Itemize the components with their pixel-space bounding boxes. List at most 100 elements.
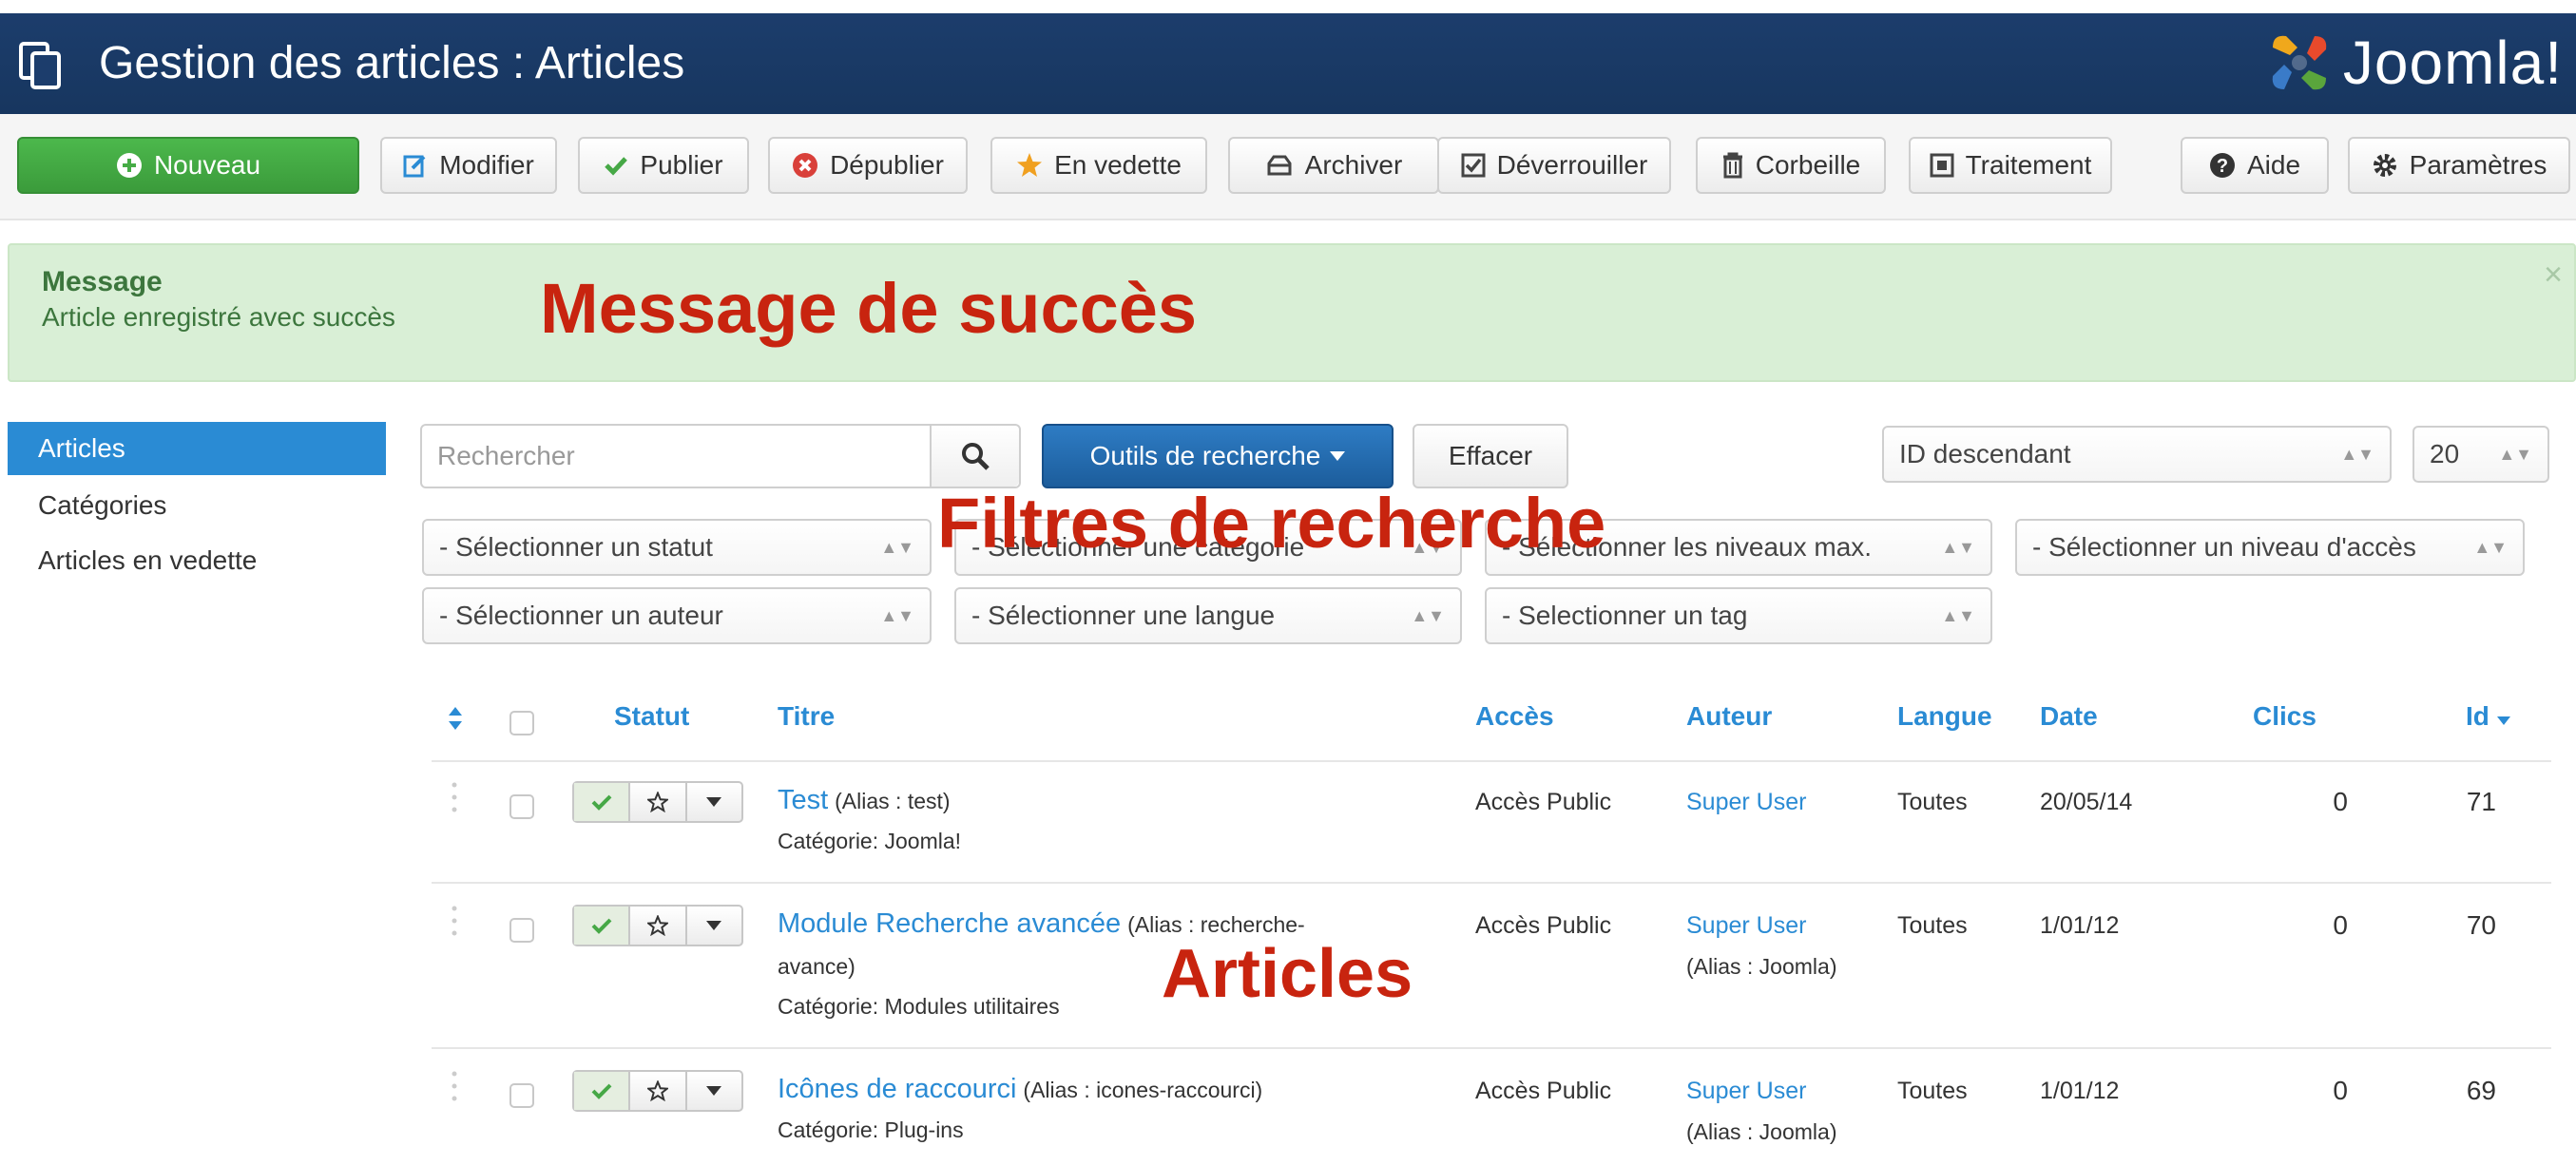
author-filter[interactable]: - Sélectionner un auteur ▲▼ [422,587,932,644]
article-category: Catégorie: Joomla! [778,829,962,853]
help-button[interactable]: ? Aide [2181,137,2329,194]
select-caret-icon: ▲▼ [1941,538,1975,557]
row-checkbox[interactable] [509,794,534,819]
article-hits: 0 [2333,787,2348,816]
new-button[interactable]: Nouveau [17,137,359,194]
select-caret-icon: ▲▼ [1411,606,1445,625]
copy-icon [19,42,61,89]
edit-button[interactable]: Modifier [380,137,557,194]
column-title[interactable]: Titre [778,701,835,732]
trash-button[interactable]: Corbeille [1696,137,1886,194]
options-button[interactable]: Paramètres [2348,137,2570,194]
select-caret-icon: ▲▼ [1941,606,1975,625]
article-alias: (Alias : recherche- [1127,912,1305,937]
close-icon[interactable]: × [2544,257,2563,294]
star-outline-icon [646,915,668,936]
actions-dropdown[interactable] [687,907,741,945]
column-hits[interactable]: Clics [2253,701,2316,732]
batch-button[interactable]: Traitement [1909,137,2112,194]
article-title-link[interactable]: Icônes de raccourci [778,1074,1016,1104]
column-author[interactable]: Auteur [1686,701,1772,732]
featured-toggle[interactable] [630,907,687,945]
article-alias: (Alias : test) [835,789,951,813]
drag-handle-icon[interactable] [451,781,458,813]
check-icon [591,1083,612,1099]
article-alias-continued: avance) [778,954,855,979]
success-message: Message Article enregistré avec succès × [8,243,2576,382]
column-language[interactable]: Langue [1897,701,1992,732]
star-outline-icon [646,792,668,812]
sidebar-item-articles[interactable]: Articles [8,422,386,475]
article-category: Catégorie: Modules utilitaires [778,994,1060,1019]
svg-text:?: ? [2217,156,2228,177]
actions-dropdown[interactable] [687,783,741,821]
article-author-alias: (Alias : Joomla) [1686,954,1837,979]
status-filter[interactable]: - Sélectionner un statut ▲▼ [422,519,932,576]
search-button[interactable] [930,426,1019,487]
sidebar-item-categories[interactable]: Catégories [8,479,386,532]
archive-button[interactable]: Archiver [1228,137,1439,194]
trash-icon [1722,152,1742,179]
ordering-select[interactable]: ID descendant ▲▼ [1882,426,2392,483]
published-toggle[interactable] [574,1072,631,1110]
search-input[interactable] [422,426,935,487]
article-date: 1/01/12 [2040,1078,2120,1104]
select-all-checkbox[interactable] [509,711,534,735]
article-id: 69 [2466,1076,2496,1105]
search-tools-button[interactable]: Outils de recherche [1042,424,1394,488]
unpublish-button[interactable]: Dépublier [768,137,968,194]
column-date[interactable]: Date [2040,701,2098,732]
clear-button[interactable]: Effacer [1413,424,1568,488]
status-button-group [572,905,743,946]
drag-handle-icon[interactable] [451,1070,458,1102]
article-author[interactable]: Super User [1686,1078,1806,1105]
article-title-link[interactable]: Test [778,785,828,815]
article-title-link[interactable]: Module Recherche avancée [778,908,1121,939]
publish-button[interactable]: Publier [578,137,749,194]
checkbox-icon [1461,153,1486,178]
article-language: Toutes [1897,1078,1968,1104]
article-date: 20/05/14 [2040,789,2133,815]
article-title: Icônes de raccourci (Alias : icones-racc… [778,1074,1262,1105]
column-id[interactable]: Id [2466,701,2510,732]
article-author[interactable]: Super User [1686,789,1806,816]
row-divider [432,760,2551,762]
select-caret-icon: ▲▼ [2340,445,2374,464]
article-access: Accès Public [1475,912,1612,939]
article-date: 1/01/12 [2040,912,2120,939]
limit-select[interactable]: 20 ▲▼ [2413,426,2549,483]
select-caret-icon: ▲▼ [880,606,914,625]
column-access[interactable]: Accès [1475,701,1554,732]
checkin-button[interactable]: Déverrouiller [1437,137,1671,194]
archive-icon [1267,155,1292,176]
actions-dropdown[interactable] [687,1072,741,1110]
joomla-logo[interactable]: Joomla! [2263,27,2563,99]
access-filter[interactable]: - Sélectionner un niveau d'accès ▲▼ [2015,519,2525,576]
sort-icon[interactable] [449,707,462,730]
status-button-group [572,1070,743,1112]
language-filter[interactable]: - Sélectionner une langue ▲▼ [954,587,1462,644]
drag-handle-icon[interactable] [451,905,458,937]
article-access: Accès Public [1475,789,1612,815]
tag-filter[interactable]: - Selectionner un tag ▲▼ [1485,587,1992,644]
help-icon: ? [2209,153,2235,178]
toolbar: Nouveau Modifier Publier Dépublier En ve… [0,114,2576,220]
row-divider [432,1047,2551,1049]
caret-down-icon [2496,716,2510,725]
row-checkbox[interactable] [509,1083,534,1108]
star-icon [1017,153,1043,177]
title-bar: Gestion des articles : Articles Joomla! [0,13,2576,114]
featured-button[interactable]: En vedette [990,137,1207,194]
published-toggle[interactable] [574,907,631,945]
article-access: Accès Public [1475,1078,1612,1104]
featured-toggle[interactable] [630,783,687,821]
edit-icon [403,155,426,178]
article-author[interactable]: Super User [1686,912,1806,940]
star-outline-icon [646,1080,668,1101]
sidebar-item-featured[interactable]: Articles en vedette [8,534,386,587]
article-language: Toutes [1897,789,1968,815]
column-status[interactable]: Statut [614,701,689,732]
published-toggle[interactable] [574,783,631,821]
featured-toggle[interactable] [630,1072,687,1110]
row-checkbox[interactable] [509,918,534,943]
